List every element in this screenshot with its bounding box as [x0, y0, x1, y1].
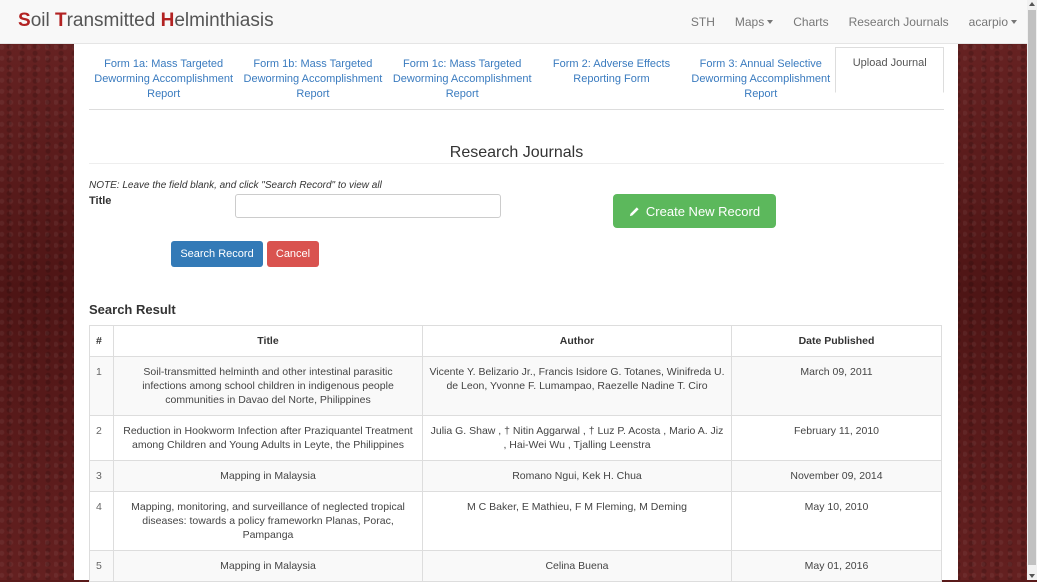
row-title: Mapping in Malaysia [113, 550, 423, 582]
main-content: Form 1a: Mass Targeted Deworming Accompl… [74, 43, 958, 582]
row-author: M C Baker, E Mathieu, F M Fleming, M Dem… [422, 491, 732, 551]
row-author: Celina Buena [422, 550, 732, 582]
row-title: Reduction in Hookworm Infection after Pr… [113, 415, 423, 461]
column-header-author: Author [422, 325, 732, 357]
row-title: Mapping, monitoring, and surveillance of… [113, 491, 423, 551]
caret-down-icon [767, 20, 774, 25]
scroll-thumb[interactable] [1028, 10, 1036, 565]
row-index: 1 [89, 356, 114, 416]
row-date: November 09, 2014 [731, 460, 942, 492]
tab-form-1a[interactable]: Form 1a: Mass Targeted Deworming Accompl… [89, 47, 238, 109]
row-index: 5 [89, 550, 114, 582]
table-row[interactable]: 3 Mapping in Malaysia Romano Ngui, Kek H… [89, 460, 942, 492]
nav-sth[interactable]: STH [691, 15, 715, 29]
title-search-input[interactable] [235, 194, 501, 218]
page-title: Research Journals [449, 144, 584, 161]
tab-upload-journal[interactable]: Upload Journal [835, 47, 945, 93]
table-row[interactable]: 2 Reduction in Hookworm Infection after … [89, 415, 942, 461]
tab-form-1c[interactable]: Form 1c: Mass Targeted Deworming Accompl… [388, 47, 537, 109]
nav-maps-dropdown[interactable]: Maps [734, 14, 774, 29]
nav-user-dropdown[interactable]: acarpio [969, 15, 1017, 29]
table-row[interactable]: 1 Soil-transmitted helminth and other in… [89, 356, 942, 416]
row-index: 3 [89, 460, 114, 492]
cancel-button[interactable]: Cancel [267, 241, 319, 267]
caret-down-icon [1011, 20, 1017, 25]
table-row[interactable]: 4 Mapping, monitoring, and surveillance … [89, 491, 942, 551]
tab-form-1b[interactable]: Form 1b: Mass Targeted Deworming Accompl… [238, 47, 387, 109]
scroll-down-icon[interactable] [1029, 574, 1035, 578]
form-tabs: Form 1a: Mass Targeted Deworming Accompl… [89, 47, 945, 110]
page-scrollbar[interactable] [1027, 0, 1037, 580]
pencil-icon [629, 206, 639, 216]
brand-logo[interactable]: Soil Transmitted Helminthiasis [18, 10, 274, 32]
scroll-up-icon[interactable] [1029, 2, 1035, 6]
divider [89, 163, 944, 164]
table-row[interactable]: 5 Mapping in Malaysia Celina Buena May 0… [89, 550, 942, 582]
user-name: acarpio [968, 14, 1008, 29]
row-title: Mapping in Malaysia [113, 460, 423, 492]
nav-research-journals[interactable]: Research Journals [849, 15, 949, 29]
row-index: 4 [89, 491, 114, 551]
row-author: Romano Ngui, Kek H. Chua [422, 460, 732, 492]
table-header-row: # Title Author Date Published [89, 325, 942, 357]
row-date: February 11, 2010 [731, 415, 942, 461]
search-record-button[interactable]: Search Record [171, 241, 263, 267]
nav-charts[interactable]: Charts [793, 15, 828, 29]
column-header-index: # [89, 325, 114, 357]
row-index: 2 [89, 415, 114, 461]
results-table: # Title Author Date Published 1 Soil-tra… [89, 325, 942, 582]
row-date: May 01, 2016 [731, 550, 942, 582]
create-new-record-label: Create New Record [645, 203, 761, 219]
row-author: Julia G. Shaw , † Nitin Aggarwal , † Luz… [422, 415, 732, 461]
create-new-record-button[interactable]: Create New Record [613, 194, 776, 228]
column-header-date: Date Published [731, 325, 942, 357]
row-date: March 09, 2011 [731, 356, 942, 416]
tab-form-2[interactable]: Form 2: Adverse Effects Reporting Form [537, 47, 686, 109]
search-result-heading: Search Result [89, 302, 176, 317]
row-date: May 10, 2010 [731, 491, 942, 551]
navbar: Soil Transmitted Helminthiasis STH Maps … [0, 0, 1027, 44]
row-title: Soil-transmitted helminth and other inte… [113, 356, 423, 416]
row-author: Vicente Y. Belizario Jr., Francis Isidor… [422, 356, 732, 416]
column-header-title: Title [113, 325, 423, 357]
title-field-label: Title [89, 195, 112, 207]
nav-links: STH Maps Charts Research Journals acarpi… [671, 0, 1017, 43]
tab-form-3[interactable]: Form 3: Annual Selective Deworming Accom… [686, 47, 835, 109]
search-note: NOTE: Leave the field blank, and click "… [89, 180, 382, 191]
nav-maps-label: Maps [734, 14, 765, 29]
